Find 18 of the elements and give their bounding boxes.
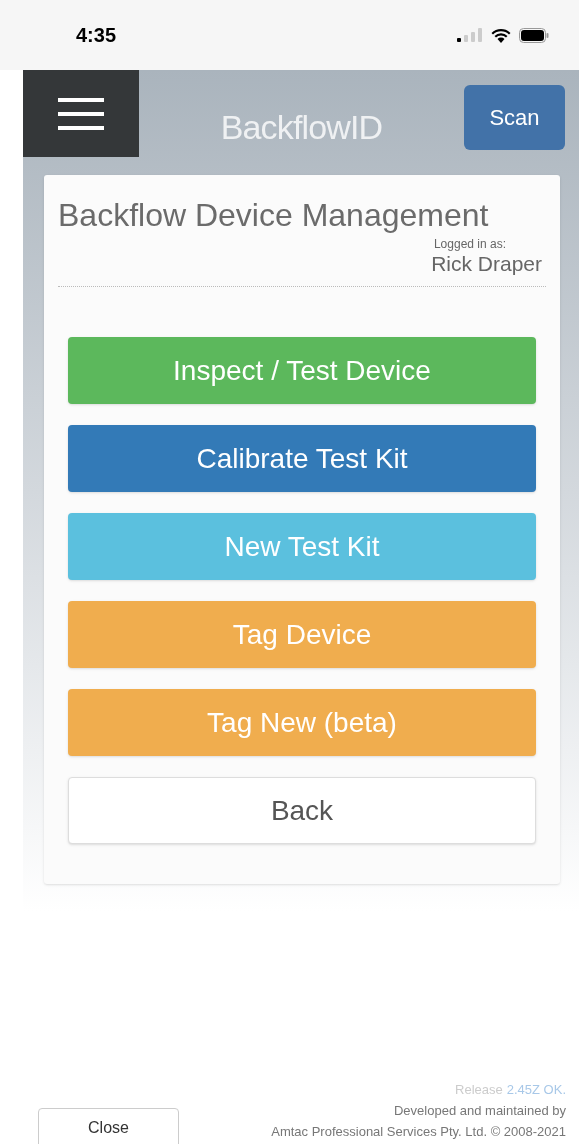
- developer-credit: Developed and maintained by: [394, 1102, 566, 1120]
- page-title: Backflow Device Management: [58, 196, 490, 235]
- wifi-icon: [491, 27, 511, 43]
- close-button[interactable]: Close: [38, 1108, 179, 1144]
- user-name: Rick Draper: [431, 253, 542, 274]
- battery-icon: [519, 27, 549, 43]
- logged-in-label: Logged in as:: [433, 236, 507, 253]
- menu-icon: [58, 97, 104, 130]
- menu-action-button[interactable]: Inspect / Test Device: [68, 337, 536, 404]
- menu-action-button[interactable]: Calibrate Test Kit: [68, 425, 536, 492]
- scan-button[interactable]: Scan: [464, 85, 565, 150]
- menu-button[interactable]: [23, 70, 139, 157]
- copyright-text: Amtac Professional Services Pty. Ltd. © 2008-2021: [271, 1123, 566, 1141]
- status-time: 4:35: [76, 23, 117, 48]
- app-logo: BackflowID: [220, 107, 383, 148]
- release-version: 2.45Z OK.: [506, 1081, 566, 1099]
- menu-action-button[interactable]: Back: [68, 777, 536, 844]
- signal-icon: [457, 28, 483, 42]
